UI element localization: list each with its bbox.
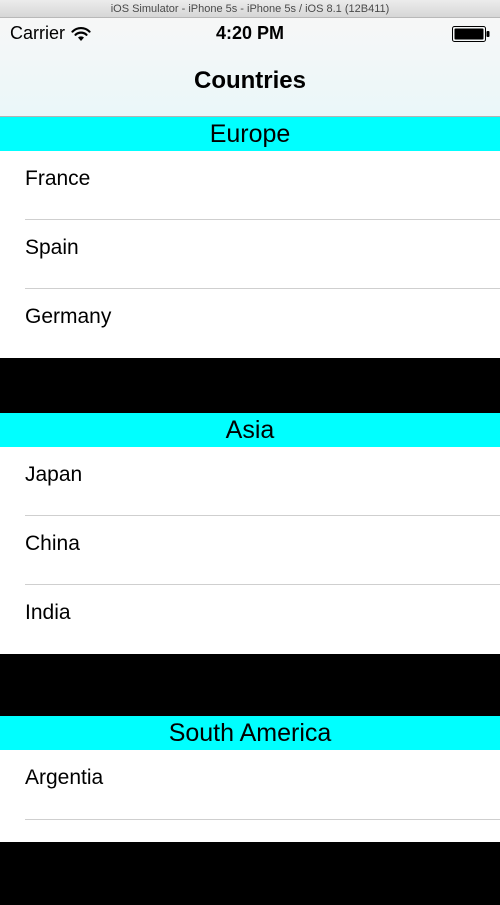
table-row[interactable]: Argentia	[0, 750, 500, 842]
table-row[interactable]: Spain	[0, 220, 500, 289]
navigation-bar: Carrier 4:20 PM Countries	[0, 18, 500, 117]
table-row[interactable]: China	[0, 516, 500, 585]
table-row[interactable]: Japan	[0, 447, 500, 516]
row-label: France	[25, 167, 91, 190]
row-label: Argentia	[25, 766, 104, 789]
section-header-europe: Europe	[0, 117, 500, 151]
device-screen: Carrier 4:20 PM Countries Europe France …	[0, 18, 500, 905]
table-row[interactable]: India	[0, 585, 500, 654]
status-bar: Carrier 4:20 PM	[0, 18, 500, 50]
row-label: Germany	[25, 305, 112, 328]
row-label: China	[25, 532, 80, 555]
section-header-asia: Asia	[0, 413, 500, 447]
status-time: 4:20 PM	[215, 23, 285, 43]
row-separator	[25, 819, 500, 820]
row-label: India	[25, 601, 71, 624]
battery-icon	[452, 26, 490, 42]
section-header-south-america: South America	[0, 716, 500, 750]
table-row[interactable]: Germany	[0, 289, 500, 358]
row-label: Spain	[25, 236, 79, 259]
simulator-title-bar: iOS Simulator - iPhone 5s - iPhone 5s / …	[0, 0, 500, 18]
table-row[interactable]: France	[0, 151, 500, 220]
row-label: Japan	[25, 463, 83, 486]
nav-title: Countries	[193, 67, 306, 94]
